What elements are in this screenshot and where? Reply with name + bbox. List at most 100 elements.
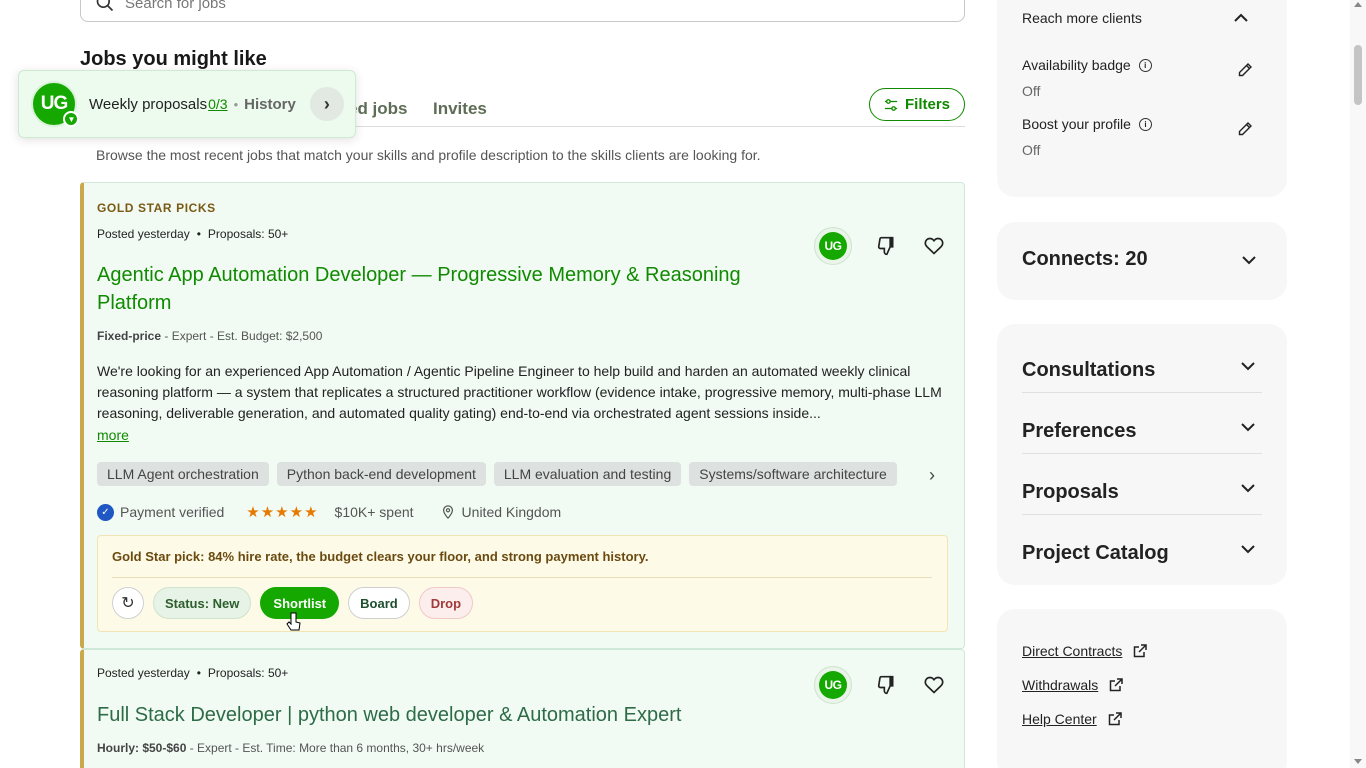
funnel-icon: ▼	[63, 111, 79, 127]
cursor-icon	[286, 612, 301, 631]
browse-description: Browse the most recent jobs that match y…	[96, 147, 761, 163]
client-spent: $10K+ spent	[334, 504, 414, 520]
history-link[interactable]: History	[244, 96, 296, 113]
external-link-icon	[1134, 644, 1148, 658]
accordion-label: Proposals	[1022, 481, 1119, 503]
section-title: Jobs you might like	[80, 48, 267, 70]
accordion-label: Consultations	[1022, 359, 1156, 381]
withdrawals-link[interactable]: Withdrawals	[1022, 677, 1124, 693]
weekly-proposals-label: Weekly proposals	[89, 95, 208, 113]
direct-contracts-link[interactable]: Direct Contracts	[1022, 643, 1148, 659]
scroll-up-arrow[interactable]	[1354, 2, 1362, 7]
posted-info: Posted yesterday • Proposals: 50+	[97, 227, 289, 241]
skill-tag[interactable]: LLM evaluation and testing	[493, 462, 682, 486]
tab-saved-jobs[interactable]: ed jobs	[348, 99, 408, 119]
posted-time: Posted yesterday	[97, 666, 190, 680]
chevron-up-icon[interactable]	[1233, 12, 1249, 24]
skill-tag[interactable]: Systems/software architecture	[689, 462, 897, 486]
help-center-link[interactable]: Help Center	[1022, 711, 1123, 727]
posted-time: Posted yesterday	[97, 227, 190, 241]
page-scrollbar[interactable]	[1350, 0, 1366, 768]
popup-arrow-button[interactable]: ›	[309, 87, 344, 121]
pencil-icon[interactable]	[1237, 62, 1253, 78]
scroll-thumb[interactable]	[1354, 45, 1362, 105]
refresh-icon[interactable]: ↻	[112, 587, 144, 619]
budget-type: Hourly: $50-$60	[97, 741, 187, 755]
verified-icon: ✓	[97, 503, 114, 521]
chevron-down-icon	[1241, 484, 1255, 493]
search-input[interactable]: Search for jobs	[80, 0, 965, 22]
accordion-preferences[interactable]: Preferences	[1022, 393, 1262, 454]
job-description: We're looking for an experienced App Aut…	[97, 363, 942, 421]
skill-tag[interactable]: LLM Agent orchestration	[97, 462, 269, 486]
boost-profile-value: Off	[1022, 142, 1041, 158]
boost-profile-text: Boost your profile	[1022, 116, 1131, 132]
links-panel: Direct Contracts Withdrawals Help Center	[997, 609, 1287, 768]
filters-button[interactable]: Filters	[869, 88, 965, 121]
chevron-right-icon[interactable]: ›	[929, 465, 935, 486]
gold-star-badge: GOLD STAR PICKS	[97, 201, 216, 215]
link-label: Direct Contracts	[1022, 643, 1123, 659]
skill-tag[interactable]: Python back-end development	[276, 462, 486, 486]
ug-mini-logo[interactable]: UG	[814, 666, 852, 704]
status-badge[interactable]: Status: New	[153, 587, 252, 619]
connects-panel[interactable]: Connects: 20	[997, 222, 1287, 300]
thumbs-down-icon[interactable]	[872, 232, 900, 260]
proposals-count: Proposals: 50+	[207, 666, 289, 680]
payment-status: Payment verified	[120, 504, 225, 520]
scroll-down-arrow[interactable]	[1354, 759, 1362, 764]
info-icon[interactable]: i	[1138, 58, 1152, 72]
availability-badge-text: Availability badge	[1022, 57, 1131, 73]
page: Search for jobs Jobs you might like ed j…	[0, 0, 1366, 768]
posted-info: Posted yesterday • Proposals: 50+	[97, 666, 289, 680]
client-info: ✓ Payment verified ★★★★★ $10K+ spent Uni…	[97, 503, 561, 521]
accordion-consultations[interactable]: Consultations	[1022, 332, 1262, 393]
client-location: United Kingdom	[461, 504, 562, 520]
budget-type: Fixed-price	[97, 329, 162, 343]
job-title-link[interactable]: Agentic App Automation Developer — Progr…	[97, 261, 797, 317]
boost-profile-label: Boost your profile i	[1022, 116, 1152, 132]
heart-icon[interactable]	[920, 232, 948, 260]
gold-star-box: Gold Star pick: 84% hire rate, the budge…	[97, 535, 948, 632]
meta-details: - Expert - Est. Time: More than 6 months…	[186, 741, 485, 755]
weekly-proposals-count[interactable]: 0/3	[208, 96, 227, 112]
weekly-proposals-popup: UG ▼ Weekly proposals 0/3 • History ›	[18, 70, 356, 138]
board-button[interactable]: Board	[348, 587, 410, 619]
pencil-icon[interactable]	[1237, 121, 1253, 137]
chevron-down-icon	[1241, 362, 1255, 371]
location-pin-icon	[442, 505, 453, 519]
profile-settings-panel: Reach more clients Availability badge i O…	[997, 0, 1287, 197]
job-card[interactable]: Posted yesterday • Proposals: 50+ UG Full …	[80, 649, 965, 768]
meta-details: - Expert - Est. Budget: $2,500	[161, 329, 323, 343]
rating-stars: ★★★★★	[246, 504, 319, 521]
divider	[112, 577, 932, 578]
ug-mini-logo-text: UG	[819, 671, 847, 699]
filter-icon	[884, 98, 898, 111]
chevron-down-icon[interactable]	[1241, 254, 1257, 266]
job-card[interactable]: GOLD STAR PICKS Posted yesterday • Proposa…	[80, 182, 965, 649]
ug-mini-logo-text: UG	[819, 232, 847, 260]
external-link-icon	[1108, 712, 1122, 726]
chevron-down-icon	[1241, 545, 1255, 554]
tab-invites[interactable]: Invites	[433, 99, 487, 119]
thumbs-down-icon[interactable]	[872, 671, 900, 699]
reach-clients-heading[interactable]: Reach more clients	[1022, 10, 1142, 26]
external-link-icon	[1110, 678, 1123, 692]
drop-button[interactable]: Drop	[418, 587, 474, 619]
accordion-proposals[interactable]: Proposals	[1022, 454, 1262, 515]
heart-icon[interactable]	[920, 671, 948, 699]
more-link[interactable]: more	[97, 427, 129, 443]
gold-star-note: Gold Star pick: 84% hire rate, the budge…	[112, 549, 649, 564]
accordion-project-catalog[interactable]: Project Catalog	[1022, 515, 1262, 576]
availability-badge-label: Availability badge i	[1022, 57, 1152, 73]
filters-label: Filters	[904, 96, 950, 113]
job-title-link[interactable]: Full Stack Developer | python web develo…	[97, 701, 797, 729]
accordion-panel: Consultations Preferences Proposals Proj…	[997, 324, 1287, 585]
info-icon[interactable]: i	[1138, 117, 1152, 131]
accordion-label: Project Catalog	[1022, 542, 1169, 564]
job-meta: Hourly: $50-$60 - Expert - Est. Time: Mo…	[97, 741, 484, 755]
separator-dot: •	[233, 96, 239, 112]
skills-list: LLM Agent orchestration Python back-end …	[97, 462, 927, 486]
ug-mini-logo[interactable]: UG	[814, 227, 852, 265]
connects-count: Connects: 20	[1022, 248, 1148, 270]
